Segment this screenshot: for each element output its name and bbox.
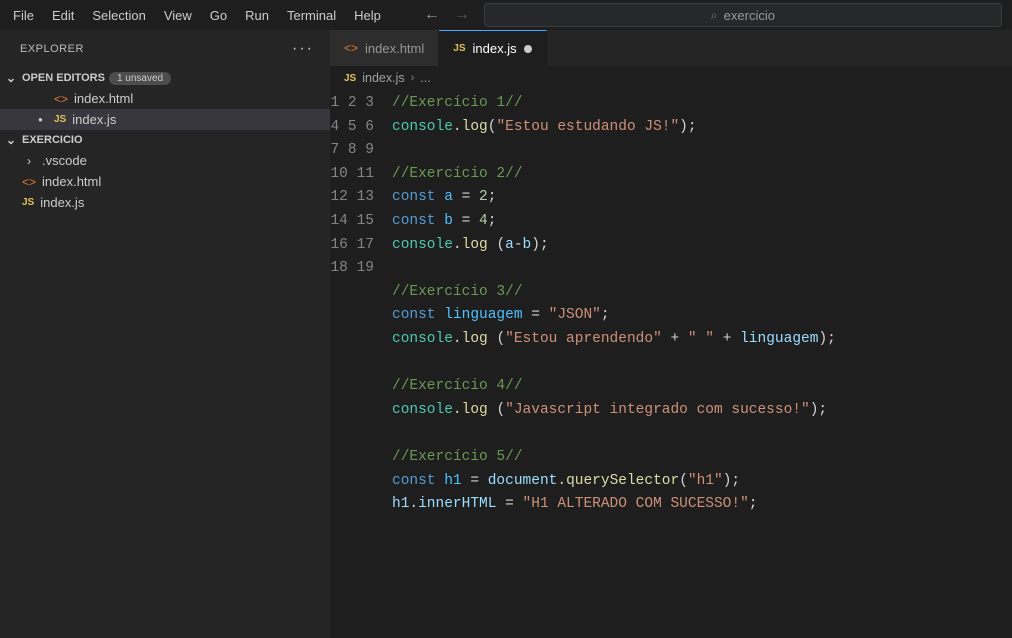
explorer-more-icon[interactable]: ··· <box>292 40 314 58</box>
menu-file[interactable]: File <box>4 4 43 27</box>
explorer-title: EXPLORER <box>20 43 84 55</box>
modified-dot-icon: ● <box>38 115 48 124</box>
open-editor-label: index.js <box>72 112 116 127</box>
command-center[interactable]: ⌕ exercicio <box>484 3 1002 27</box>
menu-help[interactable]: Help <box>345 4 390 27</box>
code-editor[interactable]: 1 2 3 4 5 6 7 8 9 10 11 12 13 14 15 16 1… <box>330 90 1012 638</box>
file-label: index.js <box>40 195 84 210</box>
html-file-icon: <> <box>22 175 36 189</box>
menu-view[interactable]: View <box>155 4 201 27</box>
tab-index-js[interactable]: JS index.js <box>439 30 546 66</box>
html-file-icon: <> <box>344 41 358 55</box>
menu-go[interactable]: Go <box>201 4 236 27</box>
chevron-down-icon: ⌄ <box>4 133 18 147</box>
sidebar: EXPLORER ··· ⌄ OPEN EDITORS 1 unsaved <>… <box>0 30 330 638</box>
file-item[interactable]: JS index.js <box>0 192 330 213</box>
code-lines[interactable]: //Exercício 1// console.log("Estou estud… <box>392 92 1012 638</box>
menu-run[interactable]: Run <box>236 4 278 27</box>
open-editors-header[interactable]: ⌄ OPEN EDITORS 1 unsaved <box>0 68 330 88</box>
unsaved-badge: 1 unsaved <box>109 72 171 85</box>
menu-edit[interactable]: Edit <box>43 4 83 27</box>
modified-dot-icon <box>524 45 532 53</box>
search-icon: ⌕ <box>711 8 718 23</box>
nav-forward-icon[interactable]: → <box>454 6 470 24</box>
file-item[interactable]: <> index.html <box>0 171 330 192</box>
menu-selection[interactable]: Selection <box>83 4 154 27</box>
js-file-icon: JS <box>453 43 465 54</box>
open-editor-label: index.html <box>74 91 133 106</box>
breadcrumb-file: index.js <box>362 71 404 85</box>
folder-label: .vscode <box>42 153 87 168</box>
command-center-text: exercicio <box>724 8 775 23</box>
js-file-icon: JS <box>54 114 66 125</box>
breadcrumb-rest: ... <box>420 71 430 85</box>
chevron-down-icon: ⌄ <box>4 71 18 85</box>
tab-label: index.html <box>365 41 424 56</box>
project-label: EXERCICIO <box>22 134 83 146</box>
file-label: index.html <box>42 174 101 189</box>
breadcrumb[interactable]: JS index.js › ... <box>330 66 1012 90</box>
tab-index-html[interactable]: <> index.html <box>330 30 439 66</box>
js-file-icon: JS <box>22 197 34 208</box>
project-header[interactable]: ⌄ EXERCICIO <box>0 130 330 150</box>
menu-terminal[interactable]: Terminal <box>278 4 345 27</box>
line-gutter: 1 2 3 4 5 6 7 8 9 10 11 12 13 14 15 16 1… <box>330 92 392 638</box>
chevron-right-icon: › <box>22 154 36 168</box>
open-editors-label: OPEN EDITORS <box>22 72 105 84</box>
editor: <> index.html JS index.js JS index.js › … <box>330 30 1012 638</box>
tab-label: index.js <box>473 41 517 56</box>
nav-back-icon[interactable]: ← <box>424 6 440 24</box>
open-editor-item[interactable]: ● JS index.js <box>0 109 330 130</box>
open-editor-item[interactable]: <> index.html <box>0 88 330 109</box>
editor-tabs: <> index.html JS index.js <box>330 30 1012 66</box>
menubar: File Edit Selection View Go Run Terminal… <box>0 0 1012 30</box>
folder-item[interactable]: › .vscode <box>0 150 330 171</box>
html-file-icon: <> <box>54 92 68 106</box>
chevron-right-icon: › <box>411 72 415 84</box>
js-file-icon: JS <box>344 73 356 84</box>
